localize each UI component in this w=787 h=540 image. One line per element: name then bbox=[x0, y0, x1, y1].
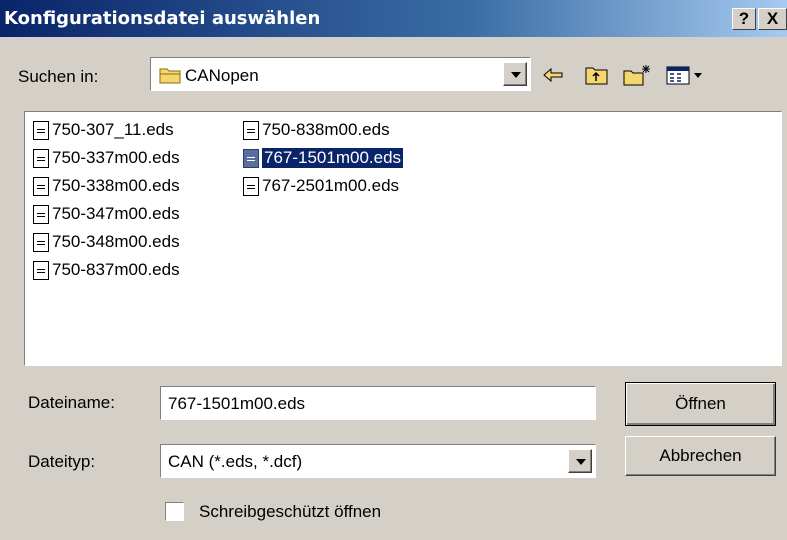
folder-icon bbox=[159, 68, 181, 84]
window-title: Konfigurationsdatei auswählen bbox=[4, 8, 321, 29]
file-icon bbox=[243, 120, 259, 140]
file-list[interactable]: 750-307_11.eds 750-337m00.eds 750-338m00… bbox=[24, 111, 782, 366]
filetype-dropdown-arrow[interactable] bbox=[568, 449, 592, 473]
file-name: 750-837m00.eds bbox=[52, 260, 180, 279]
lookin-label: Suchen in: bbox=[18, 67, 99, 86]
list-item[interactable]: 750-307_11.eds bbox=[33, 118, 174, 142]
list-item[interactable]: 750-337m00.eds bbox=[33, 146, 180, 170]
file-name: 767-2501m00.eds bbox=[262, 176, 400, 195]
filetype-select[interactable]: CAN (*.eds, *.dcf) bbox=[160, 444, 596, 478]
lookin-value: CANopen bbox=[185, 66, 259, 85]
lookin-dropdown-arrow[interactable] bbox=[503, 62, 527, 86]
list-item[interactable]: 750-838m00.eds bbox=[243, 118, 390, 142]
file-icon bbox=[33, 204, 49, 224]
file-name: 750-307_11.eds bbox=[52, 120, 174, 139]
open-button-label: Öffnen bbox=[675, 394, 726, 413]
cancel-button[interactable]: Abbrechen bbox=[625, 436, 776, 476]
help-button[interactable]: ? bbox=[732, 8, 756, 30]
file-name: 750-347m00.eds bbox=[52, 204, 180, 223]
file-name: 750-338m00.eds bbox=[52, 176, 180, 195]
back-arrow-icon[interactable] bbox=[541, 64, 565, 86]
close-button[interactable]: X bbox=[758, 8, 787, 30]
readonly-checkbox[interactable] bbox=[165, 502, 184, 521]
filetype-label: Dateityp: bbox=[28, 452, 96, 471]
list-item[interactable]: 750-348m00.eds bbox=[33, 230, 180, 254]
cancel-button-label: Abbrechen bbox=[659, 446, 742, 465]
lookin-combo[interactable]: CANopen bbox=[150, 57, 531, 91]
open-button[interactable]: Öffnen bbox=[625, 382, 776, 426]
list-item[interactable]: 750-338m00.eds bbox=[33, 174, 180, 198]
filetype-value: CAN (*.eds, *.dcf) bbox=[168, 452, 303, 471]
list-item[interactable]: 750-347m00.eds bbox=[33, 202, 180, 226]
file-name: 750-337m00.eds bbox=[52, 148, 180, 167]
list-item[interactable]: 750-837m00.eds bbox=[33, 258, 180, 282]
up-folder-icon[interactable] bbox=[584, 64, 610, 86]
file-icon bbox=[33, 148, 49, 168]
list-item[interactable]: 767-2501m00.eds bbox=[243, 174, 399, 198]
file-icon bbox=[243, 148, 259, 168]
help-label: ? bbox=[738, 9, 750, 28]
close-label: X bbox=[766, 9, 779, 28]
filename-input[interactable]: 767-1501m00.eds bbox=[160, 386, 596, 420]
new-folder-icon[interactable] bbox=[622, 64, 652, 86]
view-menu-icon[interactable] bbox=[666, 64, 706, 86]
filename-value: 767-1501m00.eds bbox=[168, 394, 306, 413]
file-name: 750-348m00.eds bbox=[52, 232, 180, 251]
list-item-selected[interactable]: 767-1501m00.eds bbox=[243, 146, 405, 170]
file-name: 767-1501m00.eds bbox=[260, 147, 405, 169]
title-bar[interactable]: Konfigurationsdatei auswählen ? X bbox=[0, 0, 787, 37]
file-name: 750-838m00.eds bbox=[262, 120, 390, 139]
file-icon bbox=[243, 176, 259, 196]
file-icon bbox=[33, 232, 49, 252]
filename-label: Dateiname: bbox=[28, 393, 115, 412]
file-icon bbox=[33, 120, 49, 140]
readonly-label[interactable]: Schreibgeschützt öffnen bbox=[199, 502, 381, 522]
file-icon bbox=[33, 176, 49, 196]
file-icon bbox=[33, 260, 49, 280]
